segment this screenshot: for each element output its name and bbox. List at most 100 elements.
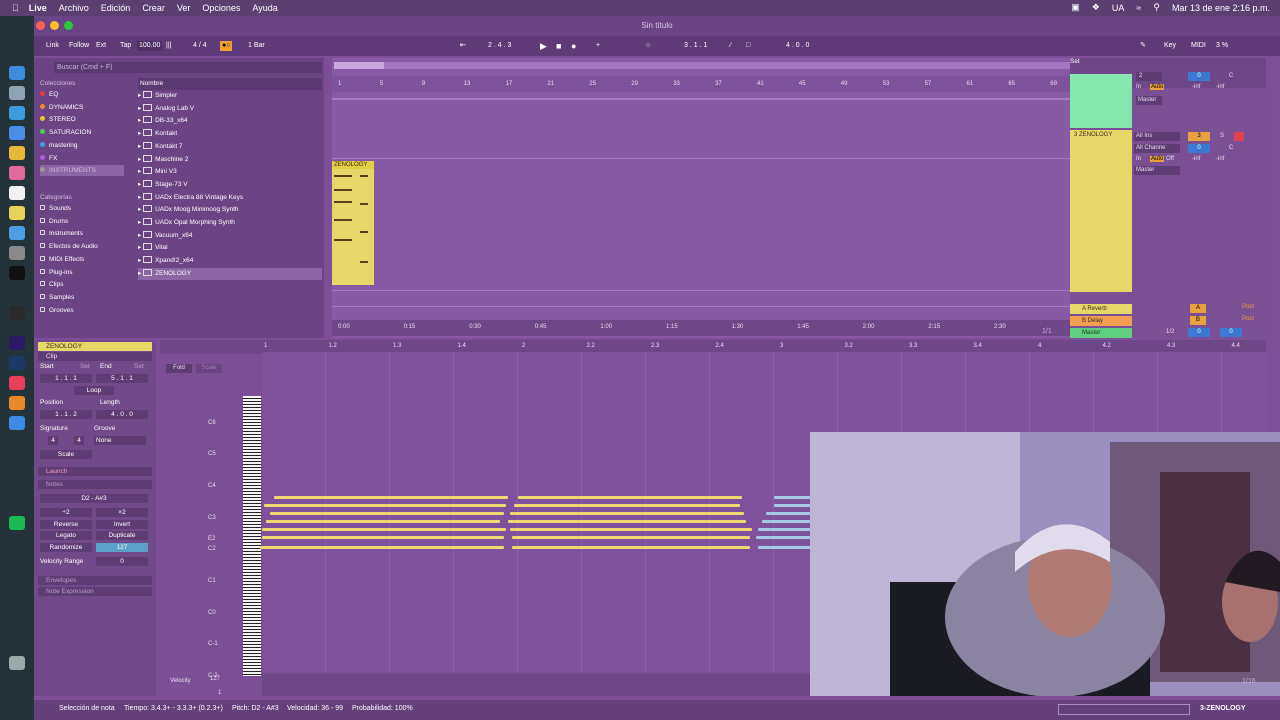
browser-plugin-item[interactable]: ▸ Stage-73 V [138,179,322,191]
cpu-overview-bar[interactable] [1058,704,1190,715]
collection-item[interactable]: SATURACION [40,127,124,138]
play-button[interactable]: ▶ [538,41,549,51]
launch-section[interactable]: Launch [38,467,152,476]
master-pan[interactable]: 0 [1220,328,1242,337]
browser-plugin-item[interactable]: ▸ UADx Opal Morphing Synth [138,217,322,229]
calendar-icon[interactable] [9,186,25,200]
midi-note[interactable] [510,528,752,531]
track-3-off[interactable]: Off [1166,156,1174,162]
ext-sync-button[interactable]: Ext [94,41,108,51]
track-2-output[interactable]: Master [1136,96,1162,105]
safari-icon[interactable] [9,106,25,120]
category-item[interactable]: Drums [40,216,68,227]
browser-plugin-item[interactable]: ▸ UADx Electra 88 Vintage Keys [138,192,322,204]
menu-edicion[interactable]: Edición [101,3,131,13]
collection-item[interactable]: mastering [40,140,124,151]
midi-note[interactable] [262,528,506,531]
track-3-volume[interactable]: 0 [1188,144,1210,153]
randomize-button[interactable]: Randomize [40,543,92,552]
midi-note[interactable] [262,536,504,539]
loop-position-field[interactable]: 1 . 1 . 2 [40,410,92,419]
scale-toggle[interactable]: Scale [40,450,92,459]
screen-record-icon[interactable]: ▣ [1071,2,1080,13]
midi-note[interactable] [266,520,500,523]
track-3-in[interactable]: In [1136,156,1141,162]
track-3-arm-icon[interactable] [1234,132,1244,141]
tap-tempo-button[interactable]: Tap [118,41,133,51]
clip-section[interactable]: Clip [38,352,152,361]
loop-start-field[interactable]: 3 . 1 . 1 [682,41,709,51]
time-ruler[interactable]: 0:00 0:15 0:30 0:45 1:00 1:15 1:30 1:45 2:00 2:15… [332,320,1070,336]
track-2-volume[interactable]: 0 [1188,72,1210,81]
track-3-input-type[interactable]: All Ins [1134,132,1180,141]
category-item[interactable]: Clips [40,279,63,290]
loop-length-field[interactable]: 4 . 0 . 0 [784,41,811,51]
master-track[interactable]: Master [1070,328,1132,338]
photos-icon[interactable] [9,166,25,180]
key-map-button[interactable]: Key [1162,41,1178,51]
menu-archivo[interactable]: Archivo [59,3,89,13]
duplicate-button[interactable]: Duplicate [96,531,148,540]
category-item[interactable]: Efectos de Audio [40,241,98,252]
midi-note[interactable] [518,496,742,499]
return-a-activator[interactable]: A [1190,304,1206,313]
category-item[interactable]: Sounds [40,203,71,214]
live-app-icon[interactable] [9,306,25,320]
quantize-dropdown[interactable]: 1 Bar [246,41,267,51]
fold-button[interactable]: Fold [166,364,192,373]
scale-highlight-button[interactable]: Scale [196,364,222,373]
menu-crear[interactable]: Crear [142,3,165,13]
midi-note[interactable] [514,504,740,507]
halve-button[interactable]: ÷2 [40,508,92,517]
record-button[interactable]: ● [569,41,578,51]
return-a-post[interactable]: Post [1242,304,1254,310]
settings-icon[interactable] [9,246,25,260]
follow-button[interactable]: Follow [67,41,91,51]
category-item[interactable]: Plug-ins [40,267,72,278]
return-b-activator[interactable]: B [1190,316,1206,325]
tempo-field[interactable]: 100.00 [137,41,163,51]
menu-ver[interactable]: Ver [177,3,191,13]
browser-plugin-item[interactable]: ▸ Kontakt 7 [138,141,322,153]
track-2-auto[interactable]: Auto [1150,84,1165,90]
browser-plugin-item[interactable]: ▸ Xpand!2_x64 [138,255,322,267]
master-volume[interactable]: 0 [1188,328,1210,337]
mail-icon[interactable] [9,126,25,140]
time-signature-field[interactable]: 4 / 4 [191,41,209,51]
signature-numerator[interactable]: 4 [48,436,58,445]
collection-item[interactable]: DYNAMICS [40,102,124,113]
browser-plugin-item[interactable]: ▸ Vital [138,242,322,254]
invert-button[interactable]: Invert [96,520,148,529]
loop-switch-icon[interactable]: □ [744,41,752,51]
category-item[interactable]: Samples [40,292,74,303]
menu-ayuda[interactable]: Ayuda [252,3,277,13]
pages-icon[interactable] [9,396,25,410]
midi-note[interactable] [762,520,812,523]
collection-item[interactable]: FX [40,153,124,164]
overview-visible-region[interactable] [334,62,384,69]
trash-icon[interactable] [9,656,25,670]
datetime[interactable]: Mar 13 de ene 2:16 p.m. [1172,3,1270,13]
randomize-amount[interactable]: 127 [96,543,148,552]
start-set[interactable]: Set [80,363,90,370]
track-2-header[interactable] [1070,74,1132,128]
collection-item[interactable]: INSTRUMENTS [40,165,124,177]
loop-toggle[interactable]: Loop [74,386,114,395]
chrome-icon[interactable] [9,146,25,160]
track-3-header[interactable] [1070,130,1132,292]
song-position-field[interactable]: 2 . 4 . 3 [486,41,513,51]
note-expression-section[interactable]: Note Expression [38,587,152,596]
midi-note[interactable] [512,546,750,549]
return-track-a[interactable]: A Reverb [1070,304,1132,314]
metronome-button[interactable]: ●○ [220,41,233,51]
midi-note[interactable] [270,512,504,515]
midi-map-button[interactable]: MIDI [1189,41,1208,51]
groove-dropdown[interactable]: None [94,436,146,445]
premiere-icon[interactable] [9,336,25,350]
notes-icon[interactable] [9,206,25,220]
browser-search-input[interactable]: Buscar (Cmd + F) [54,62,322,73]
clip-name[interactable]: ZENOLOGY [38,342,152,351]
collection-item[interactable]: EQ [40,89,124,100]
double-button[interactable]: ×2 [96,508,148,517]
browser-plugin-item[interactable]: ▸ Simpler [138,90,322,102]
